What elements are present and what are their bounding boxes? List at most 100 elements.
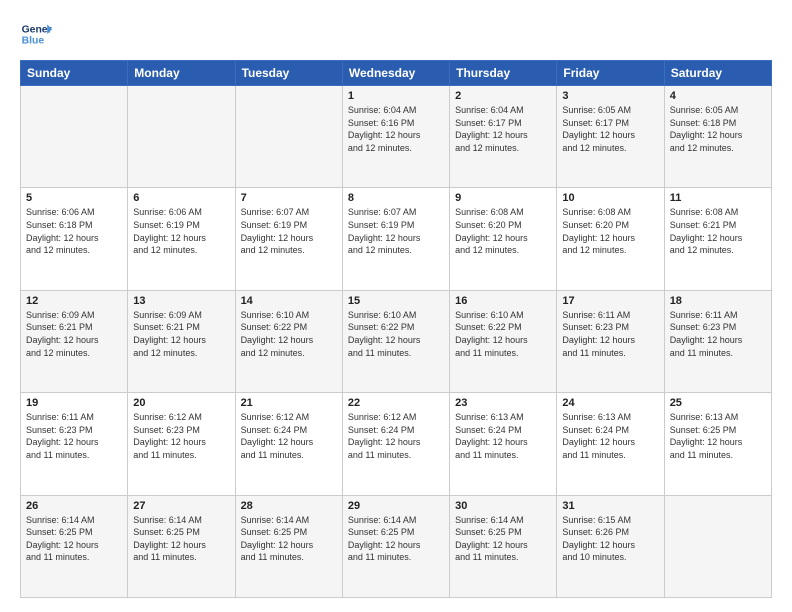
day-info: Sunrise: 6:13 AM Sunset: 6:24 PM Dayligh… bbox=[455, 411, 551, 461]
day-number: 9 bbox=[455, 192, 551, 204]
day-header-monday: Monday bbox=[128, 61, 235, 86]
calendar-cell: 6Sunrise: 6:06 AM Sunset: 6:19 PM Daylig… bbox=[128, 188, 235, 290]
calendar-cell: 8 Sunrise: 6:07 AM Sunset: 6:19 PM Daylig… bbox=[342, 188, 449, 290]
day-info: Sunrise: 6:06 AM Sunset: 6:18 PM Dayligh… bbox=[26, 206, 122, 256]
calendar-cell: 10 Sunrise: 6:08 AM Sunset: 6:20 PM Dayli… bbox=[557, 188, 664, 290]
day-info: Sunrise: 6:07 AM Sunset: 6:19 PM Dayligh… bbox=[348, 206, 444, 256]
calendar-cell: 31Sunrise: 6:15 AM Sunset: 6:26 PM Dayli… bbox=[557, 495, 664, 597]
day-number: 15 bbox=[348, 295, 444, 307]
calendar-cell: 18 Sunrise: 6:11 AM Sunset: 6:23 PM Dayli… bbox=[664, 290, 771, 392]
calendar-cell: 21Sunrise: 6:12 AM Sunset: 6:24 PM Dayli… bbox=[235, 393, 342, 495]
day-info: Sunrise: 6:11 AM Sunset: 6:23 PM Dayligh… bbox=[670, 309, 766, 359]
page: General Blue SundayMondayTuesdayWednesda… bbox=[0, 0, 792, 612]
calendar-cell: 12Sunrise: 6:09 AM Sunset: 6:21 PM Dayli… bbox=[21, 290, 128, 392]
day-number: 1 bbox=[348, 90, 444, 102]
calendar-week-row: 26 Sunrise: 6:14 AM Sunset: 6:25 PM Dayli… bbox=[21, 495, 772, 597]
calendar-cell: 23Sunrise: 6:13 AM Sunset: 6:24 PM Dayli… bbox=[450, 393, 557, 495]
calendar-cell: 15 Sunrise: 6:10 AM Sunset: 6:22 PM Dayli… bbox=[342, 290, 449, 392]
day-number: 13 bbox=[133, 295, 229, 307]
day-info: Sunrise: 6:15 AM Sunset: 6:26 PM Dayligh… bbox=[562, 514, 658, 564]
day-number: 29 bbox=[348, 500, 444, 512]
day-header-friday: Friday bbox=[557, 61, 664, 86]
calendar-cell: 5 Sunrise: 6:06 AM Sunset: 6:18 PM Daylig… bbox=[21, 188, 128, 290]
calendar-cell: 19Sunrise: 6:11 AM Sunset: 6:23 PM Dayli… bbox=[21, 393, 128, 495]
day-info: Sunrise: 6:14 AM Sunset: 6:25 PM Dayligh… bbox=[455, 514, 551, 564]
day-number: 10 bbox=[562, 192, 658, 204]
day-info: Sunrise: 6:04 AM Sunset: 6:17 PM Dayligh… bbox=[455, 104, 551, 154]
day-number: 14 bbox=[241, 295, 337, 307]
day-number: 7 bbox=[241, 192, 337, 204]
day-number: 16 bbox=[455, 295, 551, 307]
calendar-cell: 26 Sunrise: 6:14 AM Sunset: 6:25 PM Dayli… bbox=[21, 495, 128, 597]
day-number: 24 bbox=[562, 397, 658, 409]
day-info: Sunrise: 6:04 AM Sunset: 6:16 PM Dayligh… bbox=[348, 104, 444, 154]
day-header-wednesday: Wednesday bbox=[342, 61, 449, 86]
day-info: Sunrise: 6:10 AM Sunset: 6:22 PM Dayligh… bbox=[455, 309, 551, 359]
calendar-cell: 13 Sunrise: 6:09 AM Sunset: 6:21 PM Dayli… bbox=[128, 290, 235, 392]
calendar-cell: 4 Sunrise: 6:05 AM Sunset: 6:18 PM Daylig… bbox=[664, 86, 771, 188]
day-info: Sunrise: 6:09 AM Sunset: 6:21 PM Dayligh… bbox=[26, 309, 122, 359]
day-number: 18 bbox=[670, 295, 766, 307]
day-number: 19 bbox=[26, 397, 122, 409]
day-info: Sunrise: 6:05 AM Sunset: 6:17 PM Dayligh… bbox=[562, 104, 658, 154]
logo-icon: General Blue bbox=[20, 18, 52, 50]
calendar-cell: 25 Sunrise: 6:13 AM Sunset: 6:25 PM Dayli… bbox=[664, 393, 771, 495]
day-info: Sunrise: 6:08 AM Sunset: 6:20 PM Dayligh… bbox=[562, 206, 658, 256]
day-number: 26 bbox=[26, 500, 122, 512]
calendar-cell: 16 Sunrise: 6:10 AM Sunset: 6:22 PM Dayli… bbox=[450, 290, 557, 392]
calendar-week-row: 19Sunrise: 6:11 AM Sunset: 6:23 PM Dayli… bbox=[21, 393, 772, 495]
calendar-week-row: 5 Sunrise: 6:06 AM Sunset: 6:18 PM Daylig… bbox=[21, 188, 772, 290]
day-info: Sunrise: 6:11 AM Sunset: 6:23 PM Dayligh… bbox=[562, 309, 658, 359]
day-info: Sunrise: 6:09 AM Sunset: 6:21 PM Dayligh… bbox=[133, 309, 229, 359]
day-number: 20 bbox=[133, 397, 229, 409]
day-number: 27 bbox=[133, 500, 229, 512]
day-info: Sunrise: 6:07 AM Sunset: 6:19 PM Dayligh… bbox=[241, 206, 337, 256]
day-header-thursday: Thursday bbox=[450, 61, 557, 86]
day-number: 17 bbox=[562, 295, 658, 307]
day-info: Sunrise: 6:05 AM Sunset: 6:18 PM Dayligh… bbox=[670, 104, 766, 154]
calendar-cell bbox=[21, 86, 128, 188]
day-info: Sunrise: 6:12 AM Sunset: 6:23 PM Dayligh… bbox=[133, 411, 229, 461]
day-info: Sunrise: 6:13 AM Sunset: 6:24 PM Dayligh… bbox=[562, 411, 658, 461]
calendar-cell: 7 Sunrise: 6:07 AM Sunset: 6:19 PM Daylig… bbox=[235, 188, 342, 290]
day-number: 3 bbox=[562, 90, 658, 102]
calendar-cell: 1 Sunrise: 6:04 AM Sunset: 6:16 PM Daylig… bbox=[342, 86, 449, 188]
calendar-cell: 22Sunrise: 6:12 AM Sunset: 6:24 PM Dayli… bbox=[342, 393, 449, 495]
day-info: Sunrise: 6:13 AM Sunset: 6:25 PM Dayligh… bbox=[670, 411, 766, 461]
day-info: Sunrise: 6:10 AM Sunset: 6:22 PM Dayligh… bbox=[241, 309, 337, 359]
calendar-cell: 20 Sunrise: 6:12 AM Sunset: 6:23 PM Dayli… bbox=[128, 393, 235, 495]
calendar-cell: 9 Sunrise: 6:08 AM Sunset: 6:20 PM Daylig… bbox=[450, 188, 557, 290]
calendar-cell: 11 Sunrise: 6:08 AM Sunset: 6:21 PM Dayli… bbox=[664, 188, 771, 290]
day-number: 22 bbox=[348, 397, 444, 409]
day-number: 11 bbox=[670, 192, 766, 204]
calendar-cell: 3 Sunrise: 6:05 AM Sunset: 6:17 PM Daylig… bbox=[557, 86, 664, 188]
calendar-cell bbox=[664, 495, 771, 597]
calendar-cell: 29 Sunrise: 6:14 AM Sunset: 6:25 PM Dayli… bbox=[342, 495, 449, 597]
day-info: Sunrise: 6:10 AM Sunset: 6:22 PM Dayligh… bbox=[348, 309, 444, 359]
calendar-cell: 27 Sunrise: 6:14 AM Sunset: 6:25 PM Dayli… bbox=[128, 495, 235, 597]
day-info: Sunrise: 6:14 AM Sunset: 6:25 PM Dayligh… bbox=[133, 514, 229, 564]
day-header-sunday: Sunday bbox=[21, 61, 128, 86]
calendar-cell bbox=[128, 86, 235, 188]
calendar-table: SundayMondayTuesdayWednesdayThursdayFrid… bbox=[20, 60, 772, 598]
day-number: 5 bbox=[26, 192, 122, 204]
day-info: Sunrise: 6:08 AM Sunset: 6:21 PM Dayligh… bbox=[670, 206, 766, 256]
day-info: Sunrise: 6:14 AM Sunset: 6:25 PM Dayligh… bbox=[348, 514, 444, 564]
day-header-saturday: Saturday bbox=[664, 61, 771, 86]
logo: General Blue bbox=[20, 18, 52, 50]
day-header-tuesday: Tuesday bbox=[235, 61, 342, 86]
day-info: Sunrise: 6:08 AM Sunset: 6:20 PM Dayligh… bbox=[455, 206, 551, 256]
day-number: 2 bbox=[455, 90, 551, 102]
calendar-cell: 28Sunrise: 6:14 AM Sunset: 6:25 PM Dayli… bbox=[235, 495, 342, 597]
calendar-cell bbox=[235, 86, 342, 188]
day-number: 25 bbox=[670, 397, 766, 409]
calendar-cell: 2 Sunrise: 6:04 AM Sunset: 6:17 PM Daylig… bbox=[450, 86, 557, 188]
calendar-week-row: 1 Sunrise: 6:04 AM Sunset: 6:16 PM Daylig… bbox=[21, 86, 772, 188]
calendar-cell: 14 Sunrise: 6:10 AM Sunset: 6:22 PM Dayli… bbox=[235, 290, 342, 392]
calendar-cell: 24 Sunrise: 6:13 AM Sunset: 6:24 PM Dayli… bbox=[557, 393, 664, 495]
day-info: Sunrise: 6:14 AM Sunset: 6:25 PM Dayligh… bbox=[26, 514, 122, 564]
day-number: 4 bbox=[670, 90, 766, 102]
calendar-week-row: 12Sunrise: 6:09 AM Sunset: 6:21 PM Dayli… bbox=[21, 290, 772, 392]
day-number: 8 bbox=[348, 192, 444, 204]
day-number: 28 bbox=[241, 500, 337, 512]
